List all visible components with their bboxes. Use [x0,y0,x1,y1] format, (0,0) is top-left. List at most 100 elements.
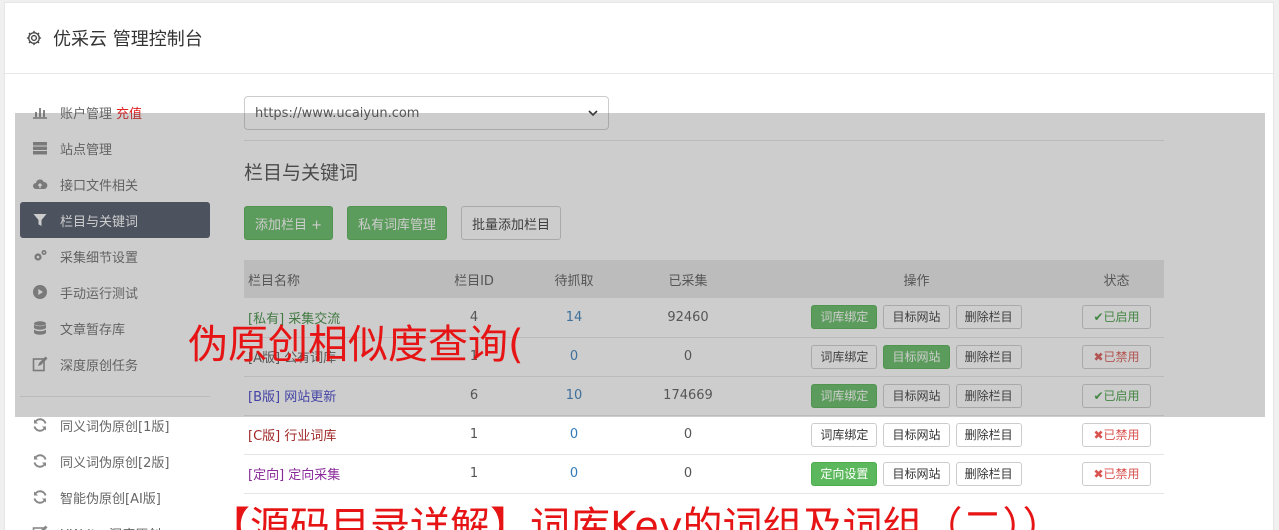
status-badge[interactable]: ✔已启用 [1082,305,1151,330]
database-icon [32,320,48,336]
target-site-button[interactable]: 目标网站 [883,344,950,369]
column-pending: 14 [565,309,583,325]
table-row: [B版] 网站更新 6 10 174669 词库绑定 目标网站 删除栏目 ✔已启… [244,376,1164,415]
recharge-link[interactable]: 充值 [116,103,142,122]
column-pending: 0 [569,427,579,442]
target-site-button[interactable]: 目标网站 [883,461,950,486]
table-row: [定向] 定向采集 1 0 0 定向设置 目标网站 删除栏目 ✖已禁用 [244,454,1164,493]
sidebar-item-label: 文章暂存库 [60,322,126,338]
play-circle-icon [32,284,48,300]
header-collected: 已采集 [668,273,708,289]
site-select-value: https://www.ucaiyun.com [255,105,420,121]
column-pending: 0 [569,466,579,481]
header-name: 栏目名称 [248,273,301,289]
column-collected: 92460 [667,309,709,325]
cogs-icon [32,248,48,264]
sidebar-item[interactable]: 同义词伪原创[2版] [20,443,210,479]
sidebar-nav: 账户管理 充值站点管理接口文件相关栏目与关键词 采集细节设置 手动运行测试 文章暂存库深… [20,94,210,530]
sidebar-item-label: 深度原创任务 [60,358,139,374]
column-ops: 词库绑定 目标网站 删除栏目 [764,415,1069,454]
toolbar: 添加栏目 + 私有词库管理 批量添加栏目 [244,206,1164,240]
refresh-icon [32,489,48,505]
column-pending: 10 [565,388,583,403]
table-header-row: 栏目名称 栏目ID 待抓取 已采集 操作 状态 [244,260,1164,298]
private-dictionary-button[interactable]: 私有词库管理 [347,206,448,240]
column-ops: 词库绑定 目标网站 删除栏目 [764,376,1069,415]
sidebar-item-label: 栏目与关键词 [60,214,139,230]
status-badge[interactable]: ✖已禁用 [1082,422,1151,447]
chevron-down-icon [588,110,598,117]
delete-column-button[interactable]: 删除栏目 [955,461,1022,486]
batch-add-column-button[interactable]: 批量添加栏目 [461,206,562,240]
filter-icon [32,212,48,228]
dictionary-bind-button[interactable]: 词库绑定 [811,344,878,369]
page-header: 优采云 管理控制台 [5,3,1273,74]
gear-icon [26,30,42,46]
sidebar-item[interactable]: 站点管理 [20,130,210,166]
edit-icon [32,356,48,372]
column-name[interactable]: [C版] 行业词库 [244,415,412,454]
column-name[interactable]: [B版] 网站更新 [244,376,412,415]
column-name[interactable]: [定向] 定向采集 [244,454,412,493]
header-id: 栏目ID [454,273,494,289]
refresh-icon [32,417,48,433]
column-id: 6 [469,388,479,403]
dictionary-bind-button[interactable]: 定向设置 [811,461,878,486]
column-status: ✖已禁用 [1069,337,1164,376]
column-pending: 0 [569,349,579,364]
sidebar-item-label: 手动运行测试 [60,286,139,302]
sidebar-item[interactable]: 手动运行测试 [20,274,210,310]
delete-column-button[interactable]: 删除栏目 [955,422,1022,447]
divider [244,140,1164,141]
section-title: 栏目与关键词 [244,162,359,184]
sidebar-item[interactable]: 深度原创任务 [20,346,210,382]
column-collected: 0 [683,466,693,481]
cloud-upload-icon [32,176,48,192]
sidebar-item[interactable]: UWriter深度原创 [20,515,210,530]
watermark-text-2: 【源码目录详解】词库Key的词组及词组（二）） [210,504,1063,530]
delete-column-button[interactable]: 删除栏目 [955,305,1022,330]
dictionary-bind-button[interactable]: 词库绑定 [811,305,878,330]
delete-column-button[interactable]: 删除栏目 [955,383,1022,408]
column-collected: 0 [683,427,693,442]
sidebar-item[interactable]: 采集细节设置 [20,238,210,274]
column-status: ✔已启用 [1069,376,1164,415]
sidebar-item-label: 智能伪原创[AI版] [60,491,161,507]
sidebar-item-label: 同义词伪原创[1版] [60,419,170,435]
column-status: ✖已禁用 [1069,454,1164,493]
main-content: https://www.ucaiyun.com 栏目与关键词 添加栏目 + 私有… [244,96,1164,494]
target-site-button[interactable]: 目标网站 [883,305,950,330]
delete-column-button[interactable]: 删除栏目 [955,344,1022,369]
bar-chart-icon [32,104,48,120]
server-icon [32,140,48,156]
sidebar-item[interactable]: 接口文件相关 [20,166,210,202]
column-collected: 0 [683,349,693,364]
sidebar-item[interactable]: 文章暂存库 [20,310,210,346]
table-row: [C版] 行业词库 1 0 0 词库绑定 目标网站 删除栏目 ✖已禁用 [244,415,1164,454]
target-site-button[interactable]: 目标网站 [883,383,950,408]
dictionary-bind-button[interactable]: 词库绑定 [811,383,878,408]
site-select[interactable]: https://www.ucaiyun.com [244,96,609,130]
edit-icon [32,525,48,530]
status-badge[interactable]: ✔已启用 [1082,383,1151,408]
dictionary-bind-button[interactable]: 词库绑定 [811,422,878,447]
target-site-button[interactable]: 目标网站 [883,422,950,447]
sidebar-divider [20,396,210,397]
sidebar-item-label: 同义词伪原创[2版] [60,455,170,471]
column-ops: 词库绑定 目标网站 删除栏目 [764,298,1069,337]
sidebar-item-label: UWriter深度原创 [60,524,161,530]
sidebar-item-label: 站点管理 [60,142,113,158]
sidebar-item[interactable]: 栏目与关键词 [20,202,210,238]
sidebar-item[interactable]: 账户管理 充值 [20,94,210,130]
status-badge[interactable]: ✖已禁用 [1082,344,1151,369]
status-badge[interactable]: ✖已禁用 [1082,461,1151,486]
header-status: 状态 [1103,273,1130,289]
add-column-button[interactable]: 添加栏目 + [244,206,334,240]
column-ops: 词库绑定 目标网站 删除栏目 [764,337,1069,376]
sidebar-item[interactable]: 同义词伪原创[1版] [20,407,210,443]
sidebar-item[interactable]: 智能伪原创[AI版] [20,479,210,515]
sidebar-item-label: 采集细节设置 [60,250,139,266]
watermark-text-1: 伪原创相似度查询( [188,322,524,368]
column-status: ✔已启用 [1069,298,1164,337]
column-ops: 定向设置 目标网站 删除栏目 [764,454,1069,493]
